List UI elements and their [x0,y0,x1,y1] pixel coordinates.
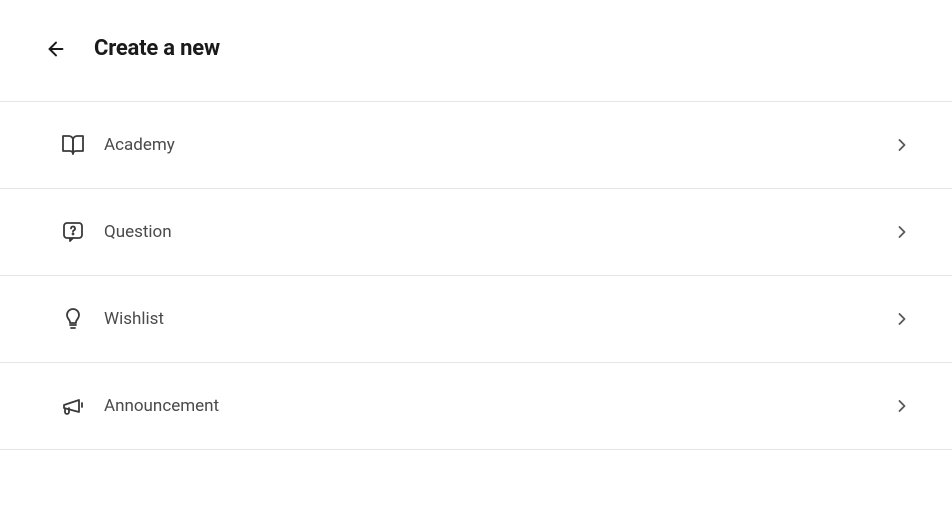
page-header: Create a new [0,0,952,89]
book-icon [60,132,86,158]
question-icon [60,219,86,245]
list-item-wishlist[interactable]: Wishlist [0,276,952,363]
item-label: Question [104,222,892,242]
arrow-left-icon [45,38,67,60]
create-options-list: Academy Question [0,101,952,450]
chevron-right-icon [892,222,912,242]
chevron-right-icon [892,135,912,155]
chevron-right-icon [892,396,912,416]
back-button[interactable] [44,37,68,61]
lightbulb-icon [60,306,86,332]
item-label: Announcement [104,396,892,416]
list-item-academy[interactable]: Academy [0,102,952,189]
item-label: Academy [104,135,892,155]
item-label: Wishlist [104,309,892,329]
chevron-right-icon [892,309,912,329]
list-item-question[interactable]: Question [0,189,952,276]
page-title: Create a new [94,36,220,61]
list-item-announcement[interactable]: Announcement [0,363,952,450]
megaphone-icon [60,393,86,419]
